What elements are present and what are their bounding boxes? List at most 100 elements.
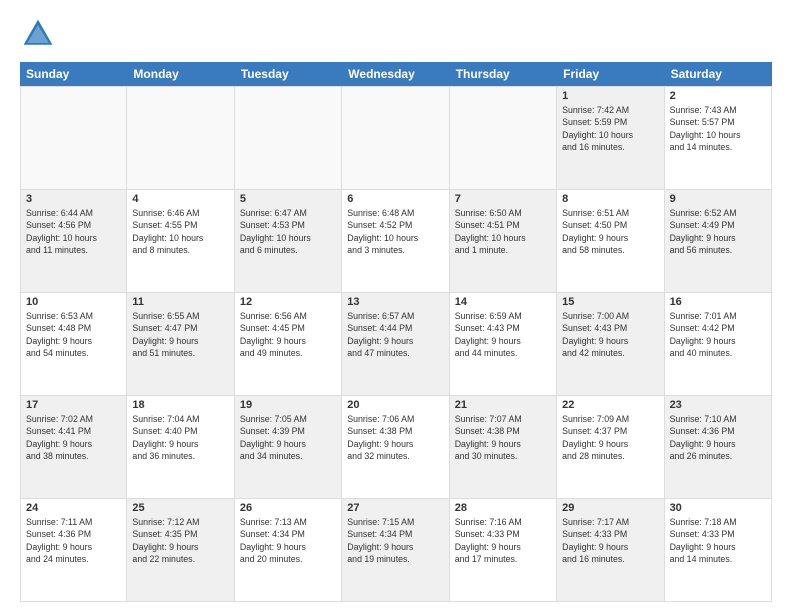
day-cell-3: 3 Sunrise: 6:44 AM Sunset: 4:56 PM Daylig… — [20, 190, 127, 292]
day-info: Sunrise: 6:53 AM Sunset: 4:48 PM Dayligh… — [26, 310, 121, 359]
day-cell-26: 26Sunrise: 7:13 AM Sunset: 4:34 PM Dayli… — [235, 499, 342, 601]
day-info: Sunrise: 7:09 AM Sunset: 4:37 PM Dayligh… — [562, 413, 658, 462]
day-number: 4 — [132, 193, 228, 205]
calendar-header: SundayMondayTuesdayWednesdayThursdayFrid… — [20, 62, 772, 86]
day-cell-5: 5 Sunrise: 6:47 AM Sunset: 4:53 PM Daylig… — [235, 190, 342, 292]
calendar-row-3: 17Sunrise: 7:02 AM Sunset: 4:41 PM Dayli… — [20, 396, 772, 499]
day-number: 20 — [347, 399, 443, 411]
day-cell-29: 29Sunrise: 7:17 AM Sunset: 4:33 PM Dayli… — [557, 499, 664, 601]
day-number: 17 — [26, 399, 121, 411]
day-cell-8: 8Sunrise: 6:51 AM Sunset: 4:50 PM Daylig… — [557, 190, 664, 292]
header-day-monday: Monday — [127, 62, 234, 86]
header-day-saturday: Saturday — [665, 62, 772, 86]
day-info: Sunrise: 7:43 AM Sunset: 5:57 PM Dayligh… — [670, 104, 766, 153]
day-info: Sunrise: 7:04 AM Sunset: 4:40 PM Dayligh… — [132, 413, 228, 462]
header-day-wednesday: Wednesday — [342, 62, 449, 86]
day-info: Sunrise: 7:06 AM Sunset: 4:38 PM Dayligh… — [347, 413, 443, 462]
day-cell-21: 21Sunrise: 7:07 AM Sunset: 4:38 PM Dayli… — [450, 396, 557, 498]
day-cell-13: 13 Sunrise: 6:57 AM Sunset: 4:44 PM Dayli… — [342, 293, 449, 395]
day-number: 19 — [240, 399, 336, 411]
day-info: Sunrise: 7:10 AM Sunset: 4:36 PM Dayligh… — [670, 413, 766, 462]
day-number: 11 — [132, 296, 228, 308]
day-info: Sunrise: 6:47 AM Sunset: 4:53 PM Dayligh… — [240, 207, 336, 256]
day-cell-23: 23 Sunrise: 7:10 AM Sunset: 4:36 PM Dayli… — [665, 396, 772, 498]
day-cell-11: 11 Sunrise: 6:55 AM Sunset: 4:47 PM Dayli… — [127, 293, 234, 395]
day-info: Sunrise: 6:56 AM Sunset: 4:45 PM Dayligh… — [240, 310, 336, 359]
day-info: Sunrise: 7:42 AM Sunset: 5:59 PM Dayligh… — [562, 104, 658, 153]
day-info: Sunrise: 6:57 AM Sunset: 4:44 PM Dayligh… — [347, 310, 443, 359]
day-number: 12 — [240, 296, 336, 308]
day-number: 6 — [347, 193, 443, 205]
day-number: 21 — [455, 399, 551, 411]
day-cell-25: 25 Sunrise: 7:12 AM Sunset: 4:35 PM Dayli… — [127, 499, 234, 601]
day-number: 5 — [240, 193, 336, 205]
day-cell-6: 6 Sunrise: 6:48 AM Sunset: 4:52 PM Daylig… — [342, 190, 449, 292]
empty-cell-0-3 — [342, 87, 449, 189]
day-cell-27: 27 Sunrise: 7:15 AM Sunset: 4:34 PM Dayli… — [342, 499, 449, 601]
day-cell-1: 1 Sunrise: 7:42 AM Sunset: 5:59 PM Daylig… — [557, 87, 664, 189]
day-info: Sunrise: 6:50 AM Sunset: 4:51 PM Dayligh… — [455, 207, 551, 256]
empty-cell-0-4 — [450, 87, 557, 189]
day-info: Sunrise: 6:55 AM Sunset: 4:47 PM Dayligh… — [132, 310, 228, 359]
day-cell-24: 24 Sunrise: 7:11 AM Sunset: 4:36 PM Dayli… — [20, 499, 127, 601]
day-cell-20: 20 Sunrise: 7:06 AM Sunset: 4:38 PM Dayli… — [342, 396, 449, 498]
day-info: Sunrise: 7:16 AM Sunset: 4:33 PM Dayligh… — [455, 516, 551, 565]
day-info: Sunrise: 7:05 AM Sunset: 4:39 PM Dayligh… — [240, 413, 336, 462]
calendar-row-1: 3 Sunrise: 6:44 AM Sunset: 4:56 PM Daylig… — [20, 190, 772, 293]
day-number: 29 — [562, 502, 658, 514]
header-day-friday: Friday — [557, 62, 664, 86]
day-cell-2: 2 Sunrise: 7:43 AM Sunset: 5:57 PM Daylig… — [665, 87, 772, 189]
day-cell-10: 10Sunrise: 6:53 AM Sunset: 4:48 PM Dayli… — [20, 293, 127, 395]
day-number: 24 — [26, 502, 121, 514]
calendar: SundayMondayTuesdayWednesdayThursdayFrid… — [20, 62, 772, 602]
day-info: Sunrise: 7:01 AM Sunset: 4:42 PM Dayligh… — [670, 310, 766, 359]
header-day-sunday: Sunday — [20, 62, 127, 86]
day-number: 14 — [455, 296, 551, 308]
day-cell-9: 9 Sunrise: 6:52 AM Sunset: 4:49 PM Daylig… — [665, 190, 772, 292]
day-number: 2 — [670, 90, 766, 102]
day-number: 28 — [455, 502, 551, 514]
day-info: Sunrise: 6:44 AM Sunset: 4:56 PM Dayligh… — [26, 207, 121, 256]
day-number: 1 — [562, 90, 658, 102]
calendar-row-4: 24 Sunrise: 7:11 AM Sunset: 4:36 PM Dayli… — [20, 499, 772, 602]
day-cell-18: 18Sunrise: 7:04 AM Sunset: 4:40 PM Dayli… — [127, 396, 234, 498]
day-info: Sunrise: 6:52 AM Sunset: 4:49 PM Dayligh… — [670, 207, 766, 256]
day-number: 26 — [240, 502, 336, 514]
day-number: 15 — [562, 296, 658, 308]
day-number: 8 — [562, 193, 658, 205]
day-number: 25 — [132, 502, 228, 514]
day-cell-14: 14Sunrise: 6:59 AM Sunset: 4:43 PM Dayli… — [450, 293, 557, 395]
day-info: Sunrise: 7:11 AM Sunset: 4:36 PM Dayligh… — [26, 516, 121, 565]
day-cell-7: 7 Sunrise: 6:50 AM Sunset: 4:51 PM Daylig… — [450, 190, 557, 292]
day-number: 3 — [26, 193, 121, 205]
day-number: 9 — [670, 193, 766, 205]
page: SundayMondayTuesdayWednesdayThursdayFrid… — [0, 0, 792, 612]
day-cell-22: 22 Sunrise: 7:09 AM Sunset: 4:37 PM Dayli… — [557, 396, 664, 498]
calendar-body: 1 Sunrise: 7:42 AM Sunset: 5:59 PM Daylig… — [20, 86, 772, 602]
day-info: Sunrise: 7:15 AM Sunset: 4:34 PM Dayligh… — [347, 516, 443, 565]
day-info: Sunrise: 7:00 AM Sunset: 4:43 PM Dayligh… — [562, 310, 658, 359]
empty-cell-0-2 — [235, 87, 342, 189]
day-cell-15: 15 Sunrise: 7:00 AM Sunset: 4:43 PM Dayli… — [557, 293, 664, 395]
logo-icon — [20, 16, 56, 52]
logo — [20, 16, 62, 52]
day-number: 22 — [562, 399, 658, 411]
day-info: Sunrise: 6:48 AM Sunset: 4:52 PM Dayligh… — [347, 207, 443, 256]
empty-cell-0-1 — [127, 87, 234, 189]
day-info: Sunrise: 6:46 AM Sunset: 4:55 PM Dayligh… — [132, 207, 228, 256]
day-number: 27 — [347, 502, 443, 514]
header-day-tuesday: Tuesday — [235, 62, 342, 86]
header-day-thursday: Thursday — [450, 62, 557, 86]
day-cell-19: 19 Sunrise: 7:05 AM Sunset: 4:39 PM Dayli… — [235, 396, 342, 498]
day-info: Sunrise: 7:18 AM Sunset: 4:33 PM Dayligh… — [670, 516, 766, 565]
day-cell-4: 4 Sunrise: 6:46 AM Sunset: 4:55 PM Daylig… — [127, 190, 234, 292]
day-cell-30: 30Sunrise: 7:18 AM Sunset: 4:33 PM Dayli… — [665, 499, 772, 601]
day-number: 7 — [455, 193, 551, 205]
day-number: 16 — [670, 296, 766, 308]
header — [20, 16, 772, 52]
day-number: 13 — [347, 296, 443, 308]
empty-cell-0-0 — [20, 87, 127, 189]
day-cell-17: 17Sunrise: 7:02 AM Sunset: 4:41 PM Dayli… — [20, 396, 127, 498]
day-number: 23 — [670, 399, 766, 411]
day-info: Sunrise: 7:12 AM Sunset: 4:35 PM Dayligh… — [132, 516, 228, 565]
